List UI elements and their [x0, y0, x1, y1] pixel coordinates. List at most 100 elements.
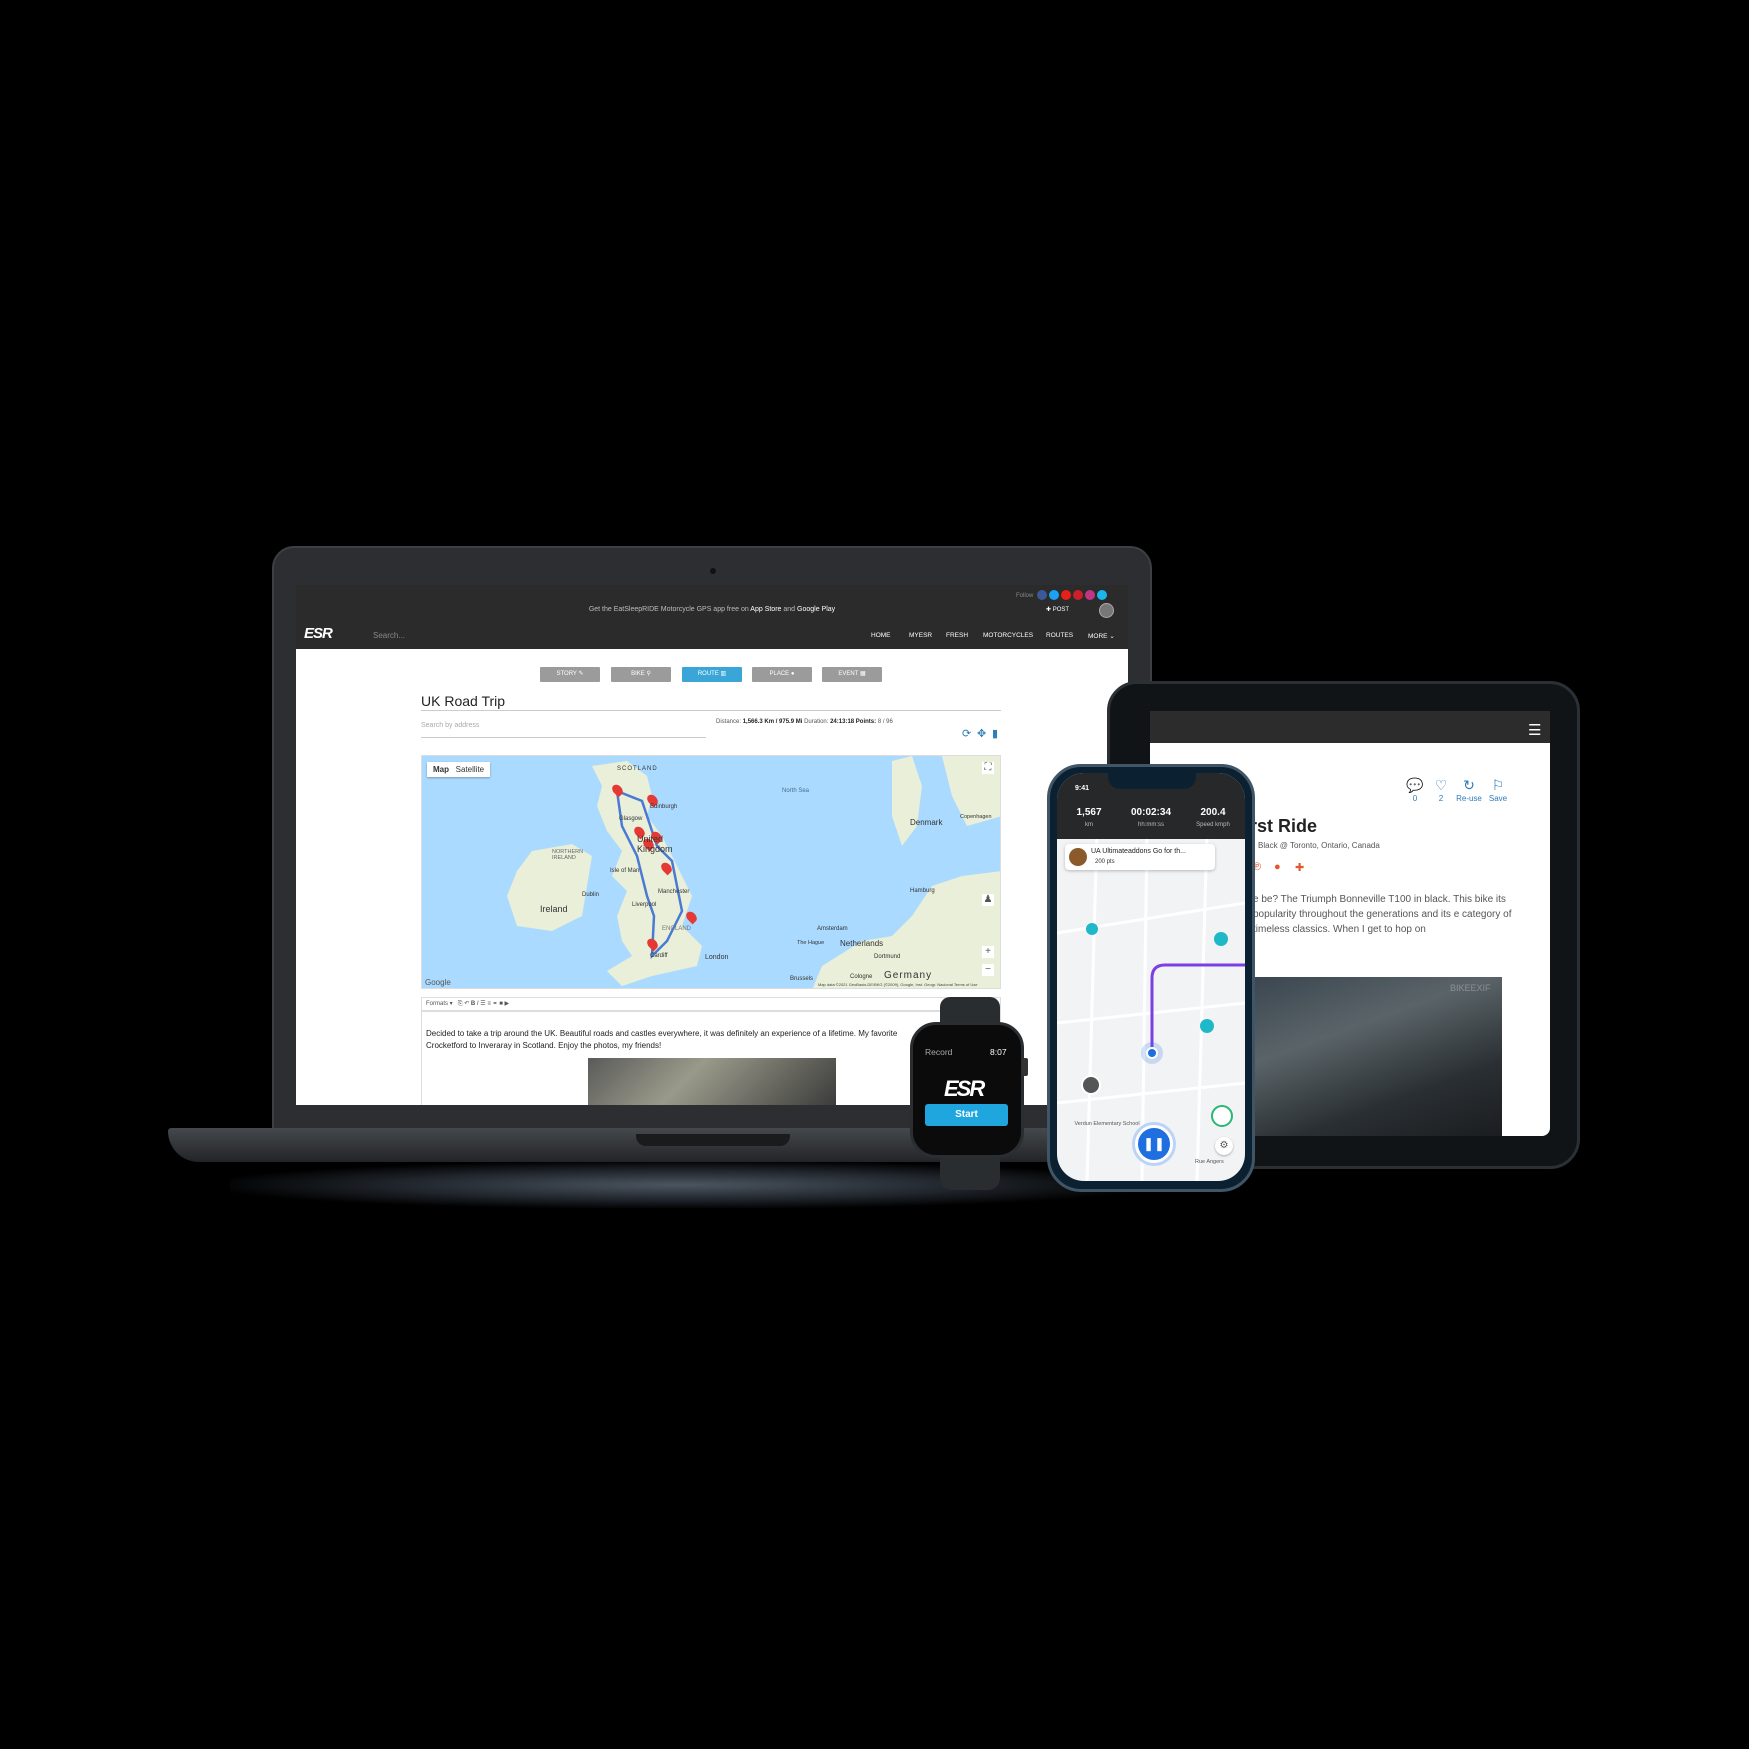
duration-value: 24:13:18 — [830, 719, 855, 725]
comment-button[interactable]: 💬 0 — [1404, 777, 1426, 803]
like-count: 2 — [1438, 794, 1444, 803]
story-text[interactable]: Decided to take a trip around the UK. Be… — [426, 1028, 986, 1052]
phone-clock: 9:41 — [1075, 785, 1090, 792]
story-photo[interactable] — [588, 1058, 836, 1105]
esr-logo[interactable]: ESR — [304, 625, 354, 645]
app-promo: Get the EatSleepRIDE Motorcycle GPS app … — [296, 606, 1128, 613]
reuse-button[interactable]: ↻ Re-use — [1453, 777, 1485, 803]
distance-stat: 1,567 — [1076, 807, 1102, 818]
site-search-input[interactable]: Search... — [373, 631, 405, 640]
tab-story[interactable]: STORY ✎ — [540, 667, 600, 682]
duration-label: Duration: — [804, 719, 829, 725]
tab-bike-label: BIKE — [631, 671, 645, 677]
undo-icon[interactable]: ↶ — [464, 1001, 469, 1007]
tab-place[interactable]: PLACE ● — [752, 667, 812, 682]
laptop-camera — [710, 568, 716, 574]
bullet-list-icon[interactable]: ☰ — [480, 1001, 485, 1007]
map-label-northern-ireland: NORTHERN IRELAND — [552, 849, 584, 861]
map-label-isle-of-man: Isle of Man — [610, 868, 640, 874]
map-label-cardiff: Cardiff — [650, 953, 668, 959]
tab-bike[interactable]: BIKE ⚲ — [611, 667, 671, 682]
duration-unit: hh:mm:ss — [1137, 822, 1164, 828]
menu-icon[interactable]: ☰ — [1528, 721, 1541, 739]
tab-place-label: PLACE — [769, 671, 790, 677]
nav-motorcycles[interactable]: MOTORCYCLES — [983, 632, 1033, 639]
pegman-icon[interactable]: ♟ — [982, 894, 994, 906]
nav-routes[interactable]: ROUTES — [1046, 632, 1073, 639]
app-store-link[interactable]: App Store — [750, 606, 781, 613]
map-attribution[interactable]: Map data ©2021 GeoBasis-DE/BKG (©2009), … — [818, 982, 977, 987]
map-view-button[interactable]: Map — [433, 765, 449, 774]
google-play-link[interactable]: Google Play — [797, 606, 835, 613]
trash-icon[interactable]: ▮ — [992, 727, 998, 740]
pinterest-icon[interactable] — [1073, 590, 1083, 600]
tab-event-label: EVENT — [838, 671, 859, 677]
facebook-icon[interactable] — [1037, 590, 1047, 600]
more-share-icon[interactable]: ✚ — [1295, 861, 1304, 874]
map-label-manchester: Manchester — [658, 889, 690, 895]
italic-icon[interactable]: I — [477, 1001, 479, 1007]
map-label-liverpool: Liverpool — [632, 902, 657, 908]
tab-route[interactable]: ROUTE ▥ — [682, 667, 742, 682]
map-label-amsterdam: Amsterdam — [817, 926, 848, 932]
instagram-icon[interactable] — [1085, 590, 1095, 600]
reddit-share-icon[interactable]: ● — [1274, 861, 1281, 873]
follow-label: Follow — [1016, 593, 1034, 599]
nav-home[interactable]: HOME — [871, 632, 891, 639]
zoom-in-button[interactable]: + — [982, 946, 994, 958]
motorcycle-photo[interactable] — [1250, 977, 1502, 1136]
refresh-icon[interactable]: ⟳ — [962, 727, 971, 740]
youtube-icon[interactable] — [1061, 590, 1071, 600]
route-title[interactable]: UK Road Trip — [421, 693, 505, 709]
video-icon[interactable]: ▶ — [505, 1001, 510, 1007]
map-label-hamburg: Hamburg — [910, 888, 935, 894]
challenge-avatar — [1069, 848, 1087, 866]
like-button[interactable]: ♡ 2 — [1430, 777, 1452, 803]
vimeo-icon[interactable] — [1097, 590, 1107, 600]
laptop-notch — [636, 1134, 790, 1146]
pause-button[interactable]: ❚❚ — [1135, 1125, 1173, 1163]
nav-more[interactable]: MORE ⌄ — [1088, 632, 1115, 640]
map-label-scotland: SCOTLAND — [617, 766, 658, 772]
numbered-list-icon[interactable]: ≡ — [487, 1001, 491, 1007]
route-map[interactable]: Map Satellite ⛶ ♟ + − SCOTLAND Edinburgh… — [421, 755, 1001, 989]
pencil-icon: ✎ — [578, 671, 584, 677]
promo-text: Get the EatSleepRIDE Motorcycle GPS app … — [588, 606, 749, 613]
phone-notch — [1108, 773, 1196, 789]
copy-icon[interactable]: ⎘ — [458, 1001, 463, 1007]
watch-crown[interactable] — [1022, 1058, 1028, 1076]
address-search-input[interactable]: Search by address — [421, 722, 479, 729]
nav-fresh[interactable]: FRESH — [946, 632, 968, 639]
map-label-london: London — [705, 954, 729, 961]
formats-dropdown[interactable]: Formats — [426, 1001, 448, 1007]
nav-myesr[interactable]: MYESR — [909, 632, 932, 639]
satellite-view-button[interactable]: Satellite — [456, 765, 484, 774]
move-icon[interactable]: ✥ — [977, 727, 986, 740]
twitter-icon[interactable] — [1049, 590, 1059, 600]
link-icon[interactable]: ⚭ — [493, 1001, 498, 1007]
reuse-icon: ↻ — [1463, 777, 1475, 793]
save-button[interactable]: ⚐ Save — [1486, 777, 1510, 803]
route-stats: Distance: 1,566.3 Km / 975.9 Mi Duration… — [716, 719, 893, 725]
comment-icon: 💬 — [1406, 777, 1424, 793]
tab-event[interactable]: EVENT ▦ — [822, 667, 882, 682]
watch-start-button[interactable]: Start — [925, 1104, 1008, 1126]
post-button[interactable]: ✚ POST — [1046, 606, 1069, 613]
user-avatar[interactable] — [1099, 603, 1114, 618]
gear-icon[interactable]: ⚙ — [1215, 1137, 1233, 1155]
zoom-out-button[interactable]: − — [982, 964, 994, 976]
fullscreen-icon[interactable]: ⛶ — [982, 762, 994, 774]
map-type-toggle[interactable]: Map Satellite — [427, 762, 491, 777]
challenge-title: UA Ultimateaddons Go for th... — [1091, 848, 1186, 855]
image-watermark: BIKEEXIF — [1450, 983, 1491, 993]
challenge-card[interactable]: UA Ultimateaddons Go for th... 200 pts — [1065, 844, 1215, 870]
story-title: irst Ride — [1245, 816, 1318, 836]
points-label: Points: — [855, 719, 877, 725]
camera-icon[interactable]: ■ — [499, 1001, 503, 1007]
motorcycle-icon: ⚲ — [646, 671, 651, 677]
map-label-the-hague: The Hague — [797, 940, 825, 946]
distance-value: 1,566.3 Km / 975.9 Mi — [742, 719, 803, 725]
story-body: e be? The Triumph Bonneville T100 in bla… — [1253, 894, 1512, 935]
phone-screen: 9:41 1,567 km 00:02:34 hh:mm:ss 200.4 Sp… — [1057, 773, 1245, 1181]
bold-icon[interactable]: B — [471, 1001, 475, 1007]
